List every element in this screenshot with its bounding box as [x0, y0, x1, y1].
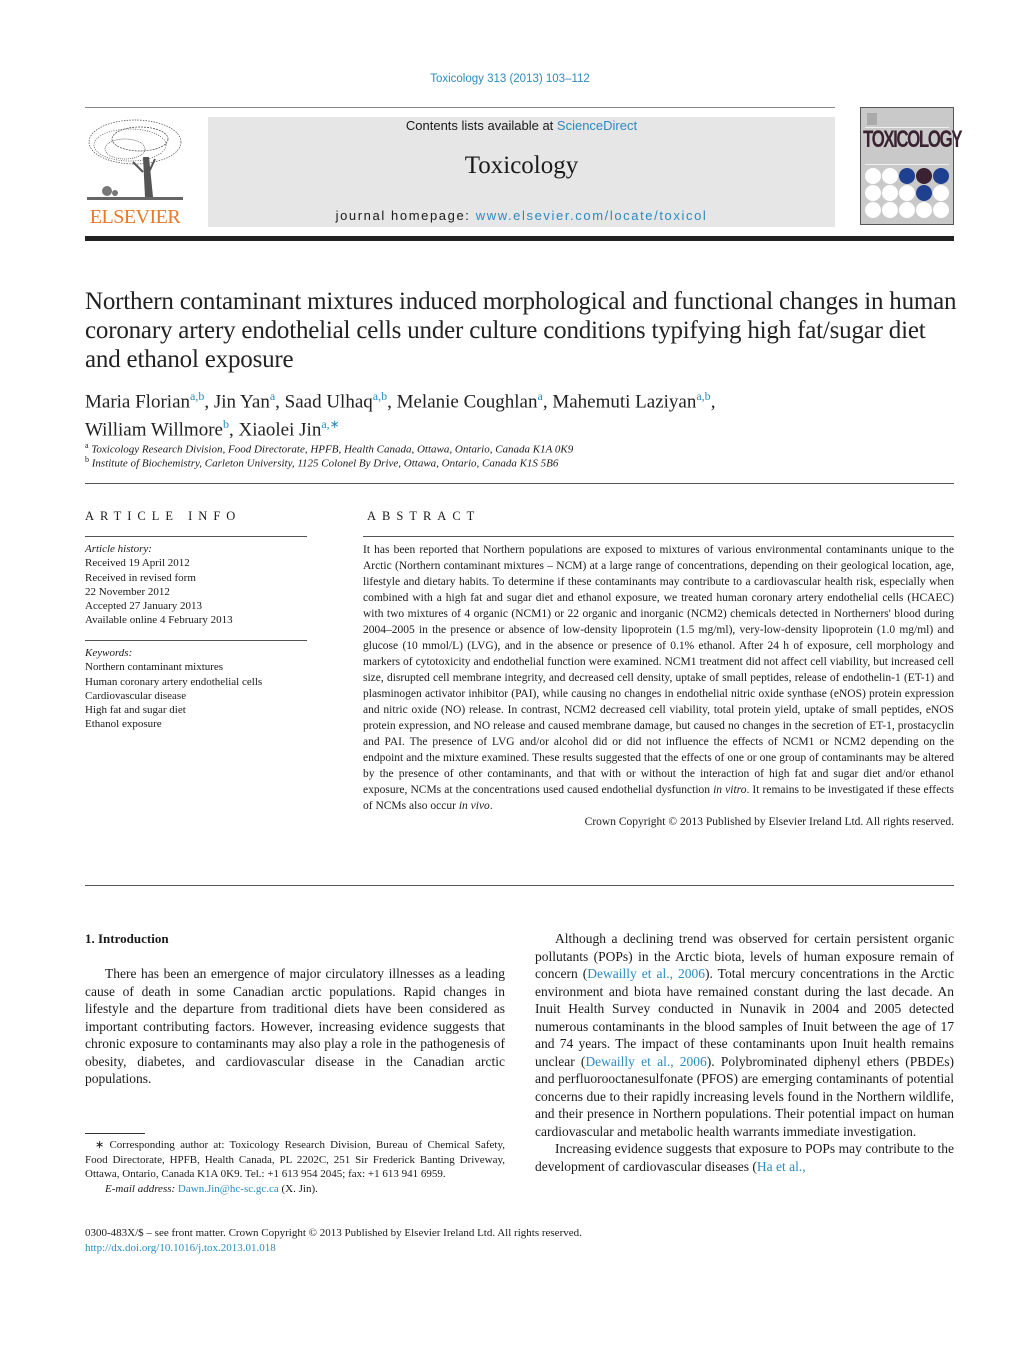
- article-info-heading: ARTICLE INFO: [85, 509, 242, 523]
- cover-dot: [882, 168, 898, 184]
- article-history: Article history: Received 19 April 2012 R…: [85, 542, 233, 628]
- keywords-label: Keywords:: [85, 647, 133, 659]
- author-affiliation-marker[interactable]: a,∗: [321, 417, 339, 431]
- intro-column-left: There has been an emergence of major cir…: [85, 965, 505, 1088]
- cover-dot: [933, 185, 949, 201]
- footnote-rule: [85, 1133, 145, 1134]
- keyword: High fat and sugar diet: [85, 704, 186, 717]
- homepage-prefix: journal homepage:: [335, 208, 476, 223]
- author[interactable]: Jin Yan: [214, 391, 270, 412]
- author-affiliation-marker[interactable]: b: [223, 417, 229, 431]
- affiliation-text: Toxicology Research Division, Food Direc…: [91, 443, 574, 456]
- sciencedirect-link[interactable]: ScienceDirect: [557, 118, 637, 133]
- intro-column-right: Although a declining trend was observed …: [535, 930, 954, 1175]
- cover-dot: [916, 202, 932, 218]
- homepage-line: journal homepage: www.elsevier.com/locat…: [208, 208, 835, 223]
- author[interactable]: Melanie Coughlan: [397, 391, 538, 412]
- author-affiliation-marker[interactable]: a,b: [190, 389, 204, 403]
- article-title: Northern contaminant mixtures induced mo…: [85, 288, 957, 373]
- abstract-copyright: Crown Copyright © 2013 Published by Else…: [584, 816, 954, 828]
- cover-dot: [865, 185, 881, 201]
- cover-title: TOXICOLOGY: [863, 126, 963, 153]
- publisher-name: ELSEVIER: [89, 206, 181, 228]
- cover-dot: [933, 202, 949, 218]
- email-link[interactable]: Dawn.Jin@hc-sc.gc.ca: [178, 1183, 279, 1195]
- author[interactable]: William Willmore: [85, 420, 223, 441]
- cover-dot-grid: [865, 168, 949, 218]
- author[interactable]: Xiaolei Jin: [238, 420, 321, 441]
- section-divider: [85, 483, 954, 484]
- introduction-heading: 1. Introduction: [85, 931, 169, 946]
- cover-dot: [865, 202, 881, 218]
- reference-link[interactable]: Dewailly et al., 2006: [587, 966, 705, 981]
- corresponding-author-note: ∗ Corresponding author at: Toxicology Re…: [85, 1138, 505, 1196]
- history-item: Received in revised form: [85, 571, 196, 584]
- history-item: Available online 4 February 2013: [85, 614, 233, 627]
- cover-elsevier-icon: [867, 113, 877, 125]
- intro-paragraph: Although a declining trend was observed …: [535, 931, 954, 1139]
- author-affiliation-marker[interactable]: a,b: [696, 389, 710, 403]
- intro-paragraph: There has been an emergence of major cir…: [85, 966, 505, 1086]
- cover-dot: [899, 185, 915, 201]
- author[interactable]: Mahemuti Laziyan: [552, 391, 696, 412]
- affiliation-text: Institute of Biochemistry, Carleton Univ…: [91, 457, 559, 470]
- abstract-text: It has been reported that Northern popul…: [363, 544, 954, 812]
- contents-prefix: Contents lists available at: [405, 118, 557, 133]
- corresponding-text: ∗ Corresponding author at: Toxicology Re…: [85, 1139, 505, 1180]
- abstract-divider: [363, 536, 954, 537]
- keyword: Cardiovascular disease: [85, 689, 187, 702]
- cover-dot: [882, 202, 898, 218]
- homepage-link[interactable]: www.elsevier.com/locate/toxicol: [476, 208, 708, 223]
- journal-title: Toxicology: [464, 152, 579, 179]
- intro-paragraph: Increasing evidence suggests that exposu…: [535, 1141, 954, 1174]
- history-item: Received 19 April 2012: [85, 557, 190, 570]
- cover-dot: [899, 202, 915, 218]
- keyword: Human coronary artery endothelial cells: [85, 675, 263, 688]
- cover-dot: [882, 185, 898, 201]
- reference-link[interactable]: Dewailly et al., 2006: [585, 1054, 706, 1069]
- keyword: Northern contaminant mixtures: [85, 661, 224, 674]
- cover-divider: [865, 164, 949, 165]
- cover-dot: [916, 185, 932, 201]
- elsevier-logo[interactable]: ELSEVIER: [85, 117, 185, 229]
- author-list: Maria Floriana,b, Jin Yana, Saad Ulhaqa,…: [85, 389, 716, 441]
- author[interactable]: Saad Ulhaq: [285, 391, 373, 412]
- contents-line: Contents lists available at ScienceDirec…: [208, 118, 835, 133]
- elsevier-tree-icon: [85, 117, 185, 205]
- abstract-body: It has been reported that Northern popul…: [363, 542, 954, 830]
- header-thick-rule: [85, 236, 954, 241]
- author-affiliation-marker[interactable]: a: [538, 389, 543, 403]
- author-affiliation-marker[interactable]: a,b: [373, 389, 387, 403]
- affiliation-b: b Institute of Biochemistry, Carleton Un…: [85, 455, 558, 470]
- affiliation-key: b: [85, 455, 89, 464]
- author[interactable]: Maria Florian: [85, 391, 190, 412]
- front-matter: 0300-483X/$ – see front matter. Crown Co…: [85, 1227, 582, 1239]
- keyword: Ethanol exposure: [85, 718, 162, 731]
- cover-dot: [899, 168, 915, 184]
- history-label: Article history:: [85, 543, 152, 555]
- citation-link[interactable]: Toxicology 313 (2013) 103–112: [430, 73, 590, 85]
- journal-banner: Contents lists available at ScienceDirec…: [208, 117, 835, 227]
- affiliation-key: a: [85, 441, 89, 450]
- journal-citation[interactable]: Toxicology 313 (2013) 103–112: [0, 73, 1020, 85]
- abstract-heading: ABSTRACT: [367, 509, 481, 523]
- journal-cover[interactable]: TOXICOLOGY: [860, 107, 963, 225]
- section-divider: [85, 885, 954, 886]
- info-divider: [85, 536, 307, 537]
- author-affiliation-marker[interactable]: a: [270, 389, 275, 403]
- cover-dot: [933, 168, 949, 184]
- info-divider: [85, 640, 307, 641]
- doi-link[interactable]: http://dx.doi.org/10.1016/j.tox.2013.01.…: [85, 1242, 276, 1254]
- reference-link[interactable]: Ha et al.,: [757, 1159, 806, 1174]
- email-line: E-mail address: Dawn.Jin@hc-sc.gc.ca (X.…: [105, 1182, 318, 1195]
- page-footer: 0300-483X/$ – see front matter. Crown Co…: [85, 1226, 582, 1256]
- header-rule: [85, 107, 835, 108]
- history-item: Accepted 27 January 2013: [85, 600, 202, 613]
- cover-dot: [865, 168, 881, 184]
- keywords: Keywords: Northern contaminant mixtures H…: [85, 646, 262, 732]
- affiliation-a: a Toxicology Research Division, Food Dir…: [85, 441, 573, 456]
- cover-dot: [916, 168, 932, 184]
- history-item: 22 November 2012: [85, 585, 170, 598]
